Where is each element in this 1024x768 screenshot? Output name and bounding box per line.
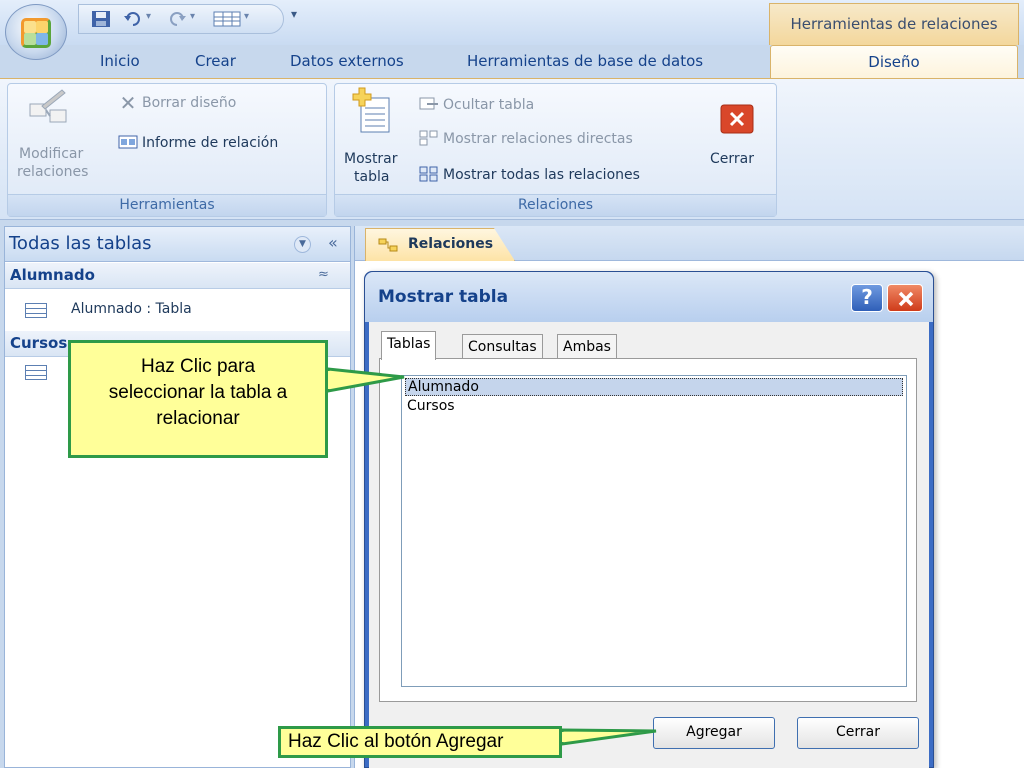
context-tab-title: Herramientas de relaciones [769, 3, 1019, 45]
mostrar-label-line2: tabla [354, 169, 390, 185]
callout-add-button: Haz Clic al botón Agregar [278, 726, 657, 758]
close-relations-icon [720, 104, 754, 134]
document-tab-bar: Relaciones [355, 226, 1024, 261]
nav-header: Todas las tablas ▼ « [5, 227, 350, 262]
tab-panel-tablas: Alumnado Cursos [379, 358, 917, 702]
close-icon [898, 291, 914, 307]
all-relations-icon [419, 166, 438, 182]
callout-pointer [562, 728, 657, 746]
table-icon [25, 303, 47, 318]
tab-herramientas-base-datos[interactable]: Herramientas de base de datos [467, 52, 703, 70]
borrar-diseno-button[interactable]: ✕ Borrar diseño [118, 91, 237, 115]
quick-access-toolbar: ▾ ▾ ▾ [78, 4, 284, 34]
relaciones-directas-label: Mostrar relaciones directas [443, 131, 633, 147]
group-herramientas: Modificar relaciones ✕ Borrar diseño Info… [7, 83, 327, 217]
modificar-label-line1: Modificar [19, 146, 84, 162]
relationships-icon [378, 238, 398, 252]
dialog-body: Tablas Consultas Ambas Alumnado Cursos A… [369, 322, 929, 768]
mostrar-tabla-dialog: Mostrar tabla ? Tablas Consultas Ambas A… [364, 271, 934, 768]
informe-relacion-label: Informe de relación [142, 135, 279, 151]
ocultar-tabla-label: Ocultar tabla [443, 97, 535, 113]
nav-item-alumnado-label: Alumnado : Tabla [71, 301, 192, 317]
mostrar-todas-relaciones-button[interactable]: Mostrar todas las relaciones [419, 166, 640, 184]
callout-select-table: Haz Clic para seleccionar la tabla a rel… [68, 340, 405, 458]
office-button[interactable] [5, 4, 67, 60]
help-button[interactable]: ? [851, 284, 883, 312]
ribbon: Modificar relaciones ✕ Borrar diseño Info… [0, 78, 1024, 220]
callout-select-line3: relacionar [156, 408, 240, 429]
dialog-title-bar: Mostrar tabla ? [365, 272, 933, 322]
clear-layout-icon: ✕ [119, 91, 137, 115]
nav-group-cursos-title: Cursos [10, 334, 68, 352]
ocultar-tabla-button[interactable]: Ocultar tabla [419, 96, 534, 114]
dialog-close-button[interactable] [887, 284, 923, 312]
todas-relaciones-label: Mostrar todas las relaciones [443, 167, 640, 183]
group-relaciones: Mostrar tabla Ocultar tabla Mostrar rela… [334, 83, 777, 217]
tab-relaciones-document[interactable]: Relaciones [365, 228, 515, 261]
dialog-title: Mostrar tabla [378, 287, 509, 307]
tab-datos-externos[interactable]: Datos externos [290, 52, 404, 70]
view-dropdown-icon[interactable]: ▾ [244, 11, 249, 22]
callout-select-line1: Haz Clic para [140, 356, 256, 377]
list-item-cursos[interactable]: Cursos [405, 398, 903, 416]
tab-crear[interactable]: Crear [195, 52, 236, 70]
shutter-bar-close-icon[interactable]: « [328, 233, 338, 252]
nav-title[interactable]: Todas las tablas [9, 233, 152, 254]
tab-tablas[interactable]: Tablas [381, 331, 437, 360]
relationship-report-icon [118, 135, 138, 149]
table-icon [25, 365, 47, 380]
document-tab-label: Relaciones [408, 236, 494, 252]
modify-relations-icon [29, 89, 67, 123]
callout-select-line2: seleccionar la tabla a [108, 382, 288, 403]
undo-dropdown-icon[interactable]: ▾ [146, 11, 151, 22]
dialog-cerrar-button[interactable]: Cerrar [797, 717, 919, 749]
nav-group-alumnado-title: Alumnado [10, 266, 95, 284]
agregar-button[interactable]: Agregar [653, 717, 775, 749]
callout-add-text: Haz Clic al botón Agregar [288, 731, 504, 752]
title-bar: ▾ ▾ ▾ ▾ Herramientas de relaciones [0, 0, 1024, 60]
hide-table-icon [419, 97, 438, 110]
informe-relacion-button[interactable]: Informe de relación [118, 134, 278, 152]
tab-ambas[interactable]: Ambas [557, 334, 617, 360]
undo-icon[interactable] [123, 10, 143, 28]
customize-qat-icon[interactable]: ▾ [291, 7, 297, 21]
save-icon[interactable] [91, 10, 111, 28]
nav-dropdown-icon[interactable]: ▼ [294, 236, 311, 253]
modificar-label-line2: relaciones [17, 164, 89, 180]
redo-icon[interactable] [167, 10, 187, 28]
direct-relations-icon [419, 130, 438, 146]
callout-pointer [328, 367, 405, 393]
group-label-herramientas: Herramientas [8, 194, 326, 216]
mostrar-label-line1: Mostrar [344, 151, 398, 167]
group-label-relaciones: Relaciones [335, 194, 776, 216]
navigation-pane: Todas las tablas ▼ « Alumnado ≈ Alumnado… [4, 226, 351, 768]
office-logo-icon [21, 18, 51, 48]
borrar-diseno-label: Borrar diseño [142, 95, 237, 111]
tables-listbox[interactable]: Alumnado Cursos [401, 375, 907, 687]
mostrar-relaciones-directas-button[interactable]: Mostrar relaciones directas [419, 130, 633, 148]
tab-consultas[interactable]: Consultas [462, 334, 543, 360]
nav-item-alumnado-tabla[interactable]: Alumnado : Tabla [5, 297, 350, 323]
chevron-up-icon[interactable]: ≈ [318, 267, 329, 282]
cerrar-ribbon-label: Cerrar [710, 151, 754, 167]
show-table-icon [352, 87, 390, 133]
table-view-icon[interactable] [213, 10, 241, 28]
tab-diseno[interactable]: Diseño [770, 45, 1018, 79]
redo-dropdown-icon[interactable]: ▾ [190, 11, 195, 22]
list-item-alumnado[interactable]: Alumnado [405, 378, 903, 396]
nav-group-alumnado[interactable]: Alumnado ≈ [5, 263, 350, 289]
ribbon-tab-row: Inicio Crear Datos externos Herramientas… [0, 45, 1024, 79]
tab-inicio[interactable]: Inicio [100, 52, 140, 70]
